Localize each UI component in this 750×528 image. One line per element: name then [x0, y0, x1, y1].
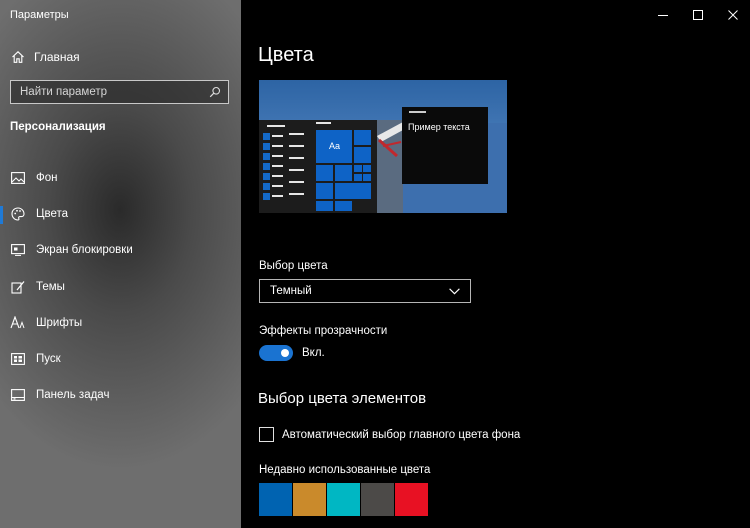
sidebar-item-start[interactable]: Пуск — [0, 341, 241, 377]
sidebar-item-colors[interactable]: Цвета — [0, 196, 241, 232]
recent-colors — [259, 483, 428, 516]
chevron-down-icon — [447, 284, 462, 299]
auto-accent-label: Автоматический выбор главного цвета фона — [282, 428, 521, 441]
window-controls — [645, 6, 750, 24]
auto-accent-checkbox[interactable] — [259, 427, 274, 442]
font-icon — [10, 315, 25, 330]
home-link[interactable]: Главная — [10, 49, 80, 65]
preview-start-menu: Aa — [259, 120, 377, 213]
start-icon — [10, 352, 25, 367]
page-title: Цвета — [258, 44, 314, 66]
accent-heading: Выбор цвета элементов — [258, 390, 427, 407]
search-input[interactable] — [20, 86, 200, 98]
search-box[interactable] — [10, 80, 229, 104]
sidebar-item-label: Шрифты — [36, 316, 83, 329]
brush-icon — [10, 279, 25, 294]
transparency-state: Вкл. — [302, 347, 325, 359]
preview-sample-text: Пример текста — [408, 122, 470, 132]
color-swatch[interactable] — [327, 483, 360, 516]
sidebar-item-fonts[interactable]: Шрифты — [0, 305, 241, 341]
sidebar-item-taskbar[interactable]: Панель задач — [0, 377, 241, 413]
preview-tile-text: Aa — [329, 141, 341, 151]
home-label: Главная — [34, 50, 80, 64]
close-button[interactable] — [715, 6, 750, 24]
lock-screen-icon — [10, 243, 25, 258]
color-choice-label: Выбор цвета — [259, 260, 328, 272]
sidebar-item-label: Экран блокировки — [36, 244, 133, 257]
sidebar-item-background[interactable]: Фон — [0, 160, 241, 196]
preview-wallpaper-plane — [377, 122, 403, 158]
home-icon — [10, 50, 25, 65]
sidebar-item-label: Фон — [36, 172, 58, 185]
maximize-button[interactable] — [680, 6, 715, 24]
palette-icon — [10, 207, 25, 222]
color-mode-value: Темный — [270, 285, 312, 297]
maximize-icon — [692, 10, 703, 20]
color-swatch[interactable] — [293, 483, 326, 516]
color-swatch[interactable] — [259, 483, 292, 516]
sidebar-nav: Фон Цвета Экран блокировки Темы Шрифты П… — [0, 160, 241, 413]
transparency-label: Эффекты прозрачности — [259, 325, 388, 337]
sidebar-item-label: Темы — [36, 280, 65, 293]
sidebar-item-label: Цвета — [36, 208, 69, 221]
recent-colors-label: Недавно использованные цвета — [259, 464, 431, 476]
toggle-knob — [281, 349, 289, 357]
sidebar: Параметры Главная Персонализация Фон Цве… — [0, 0, 241, 528]
transparency-toggle[interactable] — [259, 345, 293, 361]
search-icon[interactable] — [207, 85, 222, 100]
app-title: Параметры — [10, 9, 69, 21]
taskbar-icon — [10, 388, 25, 403]
minimize-button[interactable] — [645, 6, 680, 24]
section-title: Персонализация — [10, 121, 106, 133]
sidebar-item-label: Пуск — [36, 353, 61, 366]
minimize-icon — [657, 15, 668, 16]
main-content: Цвета Aa Пример текста Выбор цвета Темны… — [241, 0, 750, 528]
sidebar-item-label: Панель задач — [36, 389, 110, 402]
auto-accent-option[interactable]: Автоматический выбор главного цвета фона — [259, 427, 520, 442]
color-swatch[interactable] — [361, 483, 394, 516]
sidebar-item-lock-screen[interactable]: Экран блокировки — [0, 232, 241, 268]
preview-sample-window: Пример текста — [402, 107, 488, 184]
color-mode-select[interactable]: Темный — [259, 279, 471, 303]
theme-preview: Aa Пример текста — [259, 80, 507, 213]
close-icon — [727, 10, 738, 20]
color-swatch[interactable] — [395, 483, 428, 516]
sidebar-item-themes[interactable]: Темы — [0, 269, 241, 305]
image-icon — [10, 171, 25, 186]
